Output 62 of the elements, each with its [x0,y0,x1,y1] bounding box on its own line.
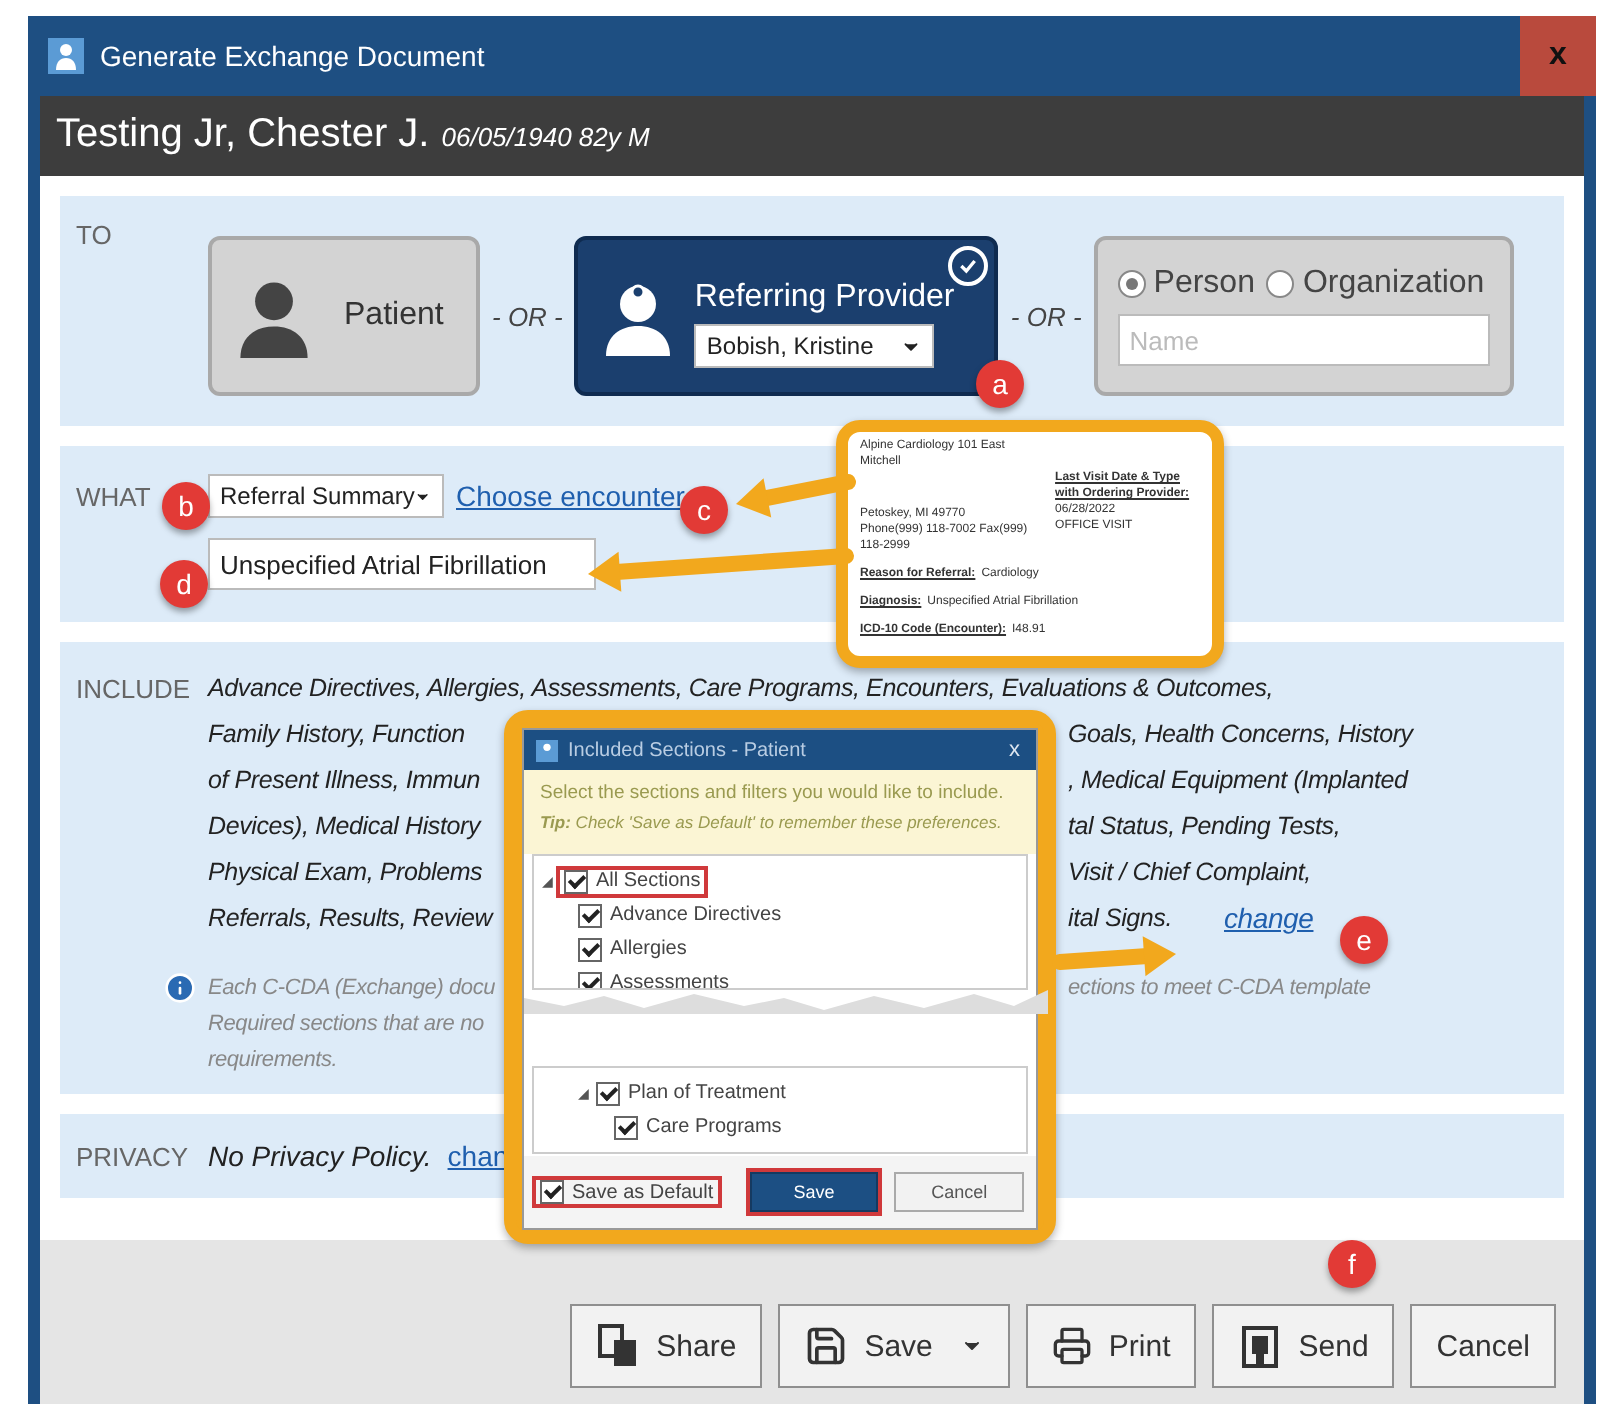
share-button[interactable]: Share [570,1304,763,1388]
include-text: ital Signs. [1068,902,1172,936]
save-default-checkbox[interactable]: Save as Default [536,1180,718,1204]
radio-button[interactable]: Organization [1266,266,1485,302]
include-text: of Present Illness, Immun [208,764,481,798]
section-checkbox[interactable]: All Sections [560,869,705,893]
section-label: TO [76,220,112,250]
section-label: INCLUDE [76,674,191,704]
window-title: Generate Exchange Document [100,40,487,72]
section-checkbox[interactable]: Advance Directives [578,903,782,927]
cancel-button[interactable]: Cancel [1410,1304,1556,1388]
tip-text: Tip: Check 'Save as Default' to remember these preferences. [540,810,1004,836]
dialog-title: Included Sections - Patient [568,739,808,761]
include-text: Visit / Chief Complaint, [1068,856,1311,890]
close-button[interactable]: x [1520,16,1596,96]
print-button[interactable]: Print [1026,1304,1197,1388]
patient-option[interactable]: Patient [208,236,480,396]
printer-icon [1052,1326,1093,1366]
share-icon [596,1322,641,1370]
or-separator: - OR - [1010,301,1082,331]
document-type-dropdown[interactable]: Referral Summary [208,474,444,518]
save-icon [804,1324,849,1368]
include-text: Goals, Health Concerns, History [1068,718,1413,752]
note-text: Required sections that are no [208,1010,484,1040]
section-checkbox[interactable]: Allergies [578,937,687,961]
provider-dropdown[interactable]: Bobish, Kristine [694,324,935,368]
save-button[interactable]: Save [778,1304,1011,1388]
app-icon [48,38,84,74]
section-checkbox[interactable]: Care Programs [614,1115,782,1139]
change-link[interactable]: change [1224,896,1314,942]
send-button[interactable]: Send [1212,1304,1395,1388]
or-separator: - OR - [492,301,563,331]
info-icon [164,972,196,1004]
include-text: Referrals, Results, Review [208,902,493,936]
note-text: requirements. [208,1046,338,1076]
section-label: WHAT [76,482,151,512]
include-text: Physical Exam, Problems [208,856,483,890]
radio-button[interactable]: Person [1117,266,1255,302]
include-text: Devices), Medical History [208,810,481,844]
patient-name: Testing Jr, Chester J. [56,112,430,158]
include-text: Family History, Function [208,718,465,752]
include-text: Advance Directives, Allergies, Assessments, Care Programs, Encounters, Evaluations & Outcomes, [208,672,1276,706]
name-field[interactable]: Name [1117,314,1490,366]
diagnosis-field[interactable]: Unspecified Atrial Fibrillation [208,538,596,590]
section-checkbox[interactable]: Plan of Treatment [596,1081,786,1105]
section-label: PRIVACY [76,1141,189,1171]
choose-encounter-link[interactable]: Choose encounter [456,480,685,512]
privacy-text: No Privacy Policy. [208,1140,432,1172]
note-text: Each C-CDA (Exchange) docu [208,974,496,1004]
note-text: ections to meet C-CDA template [1068,974,1371,1004]
check-icon [948,246,989,286]
cancel-button[interactable]: Cancel [894,1172,1024,1212]
intro-text: Select the sections and filters you would like to include. [540,780,1006,808]
section-checkbox[interactable]: Assessments [578,971,729,988]
close-button[interactable]: x [1005,738,1024,762]
patient-details: 06/05/1940 82y M [441,122,650,152]
recipient-option[interactable]: Person Organization Name [1093,236,1514,396]
fax-icon [1238,1322,1283,1370]
app-icon [536,739,558,761]
include-text: , Medical Equipment (Implanted [1068,764,1408,798]
include-text: tal Status, Pending Tests, [1068,810,1341,844]
save-button[interactable]: Save [749,1172,879,1212]
